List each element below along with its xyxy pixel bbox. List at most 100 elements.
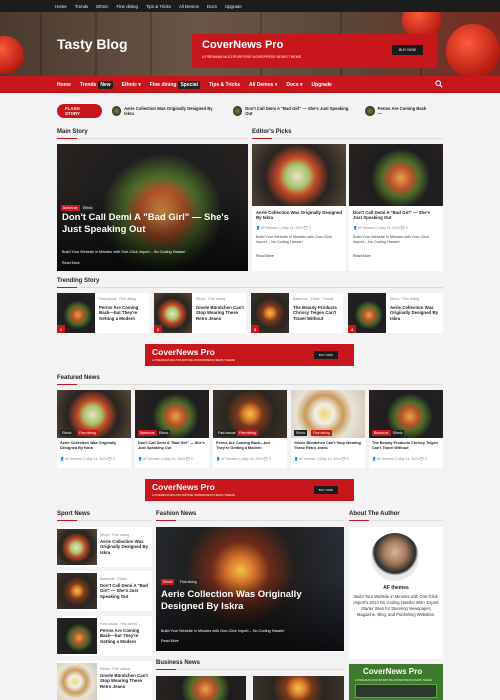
- trending-item[interactable]: 1 Fast casual · Fine dining Perms Are Co…: [57, 293, 149, 333]
- post-title[interactable]: Gisele Bündchen Can't Stop Wearing These…: [100, 673, 150, 689]
- category-tag[interactable]: Barbecue: [61, 205, 80, 211]
- ad-subtitle: A PREMIUM MULTIPURPOSE WORDPRESS NEWS TH…: [152, 493, 235, 497]
- category-tag[interactable]: Ethnic: [161, 579, 175, 585]
- business-thumbnail[interactable]: [253, 676, 344, 700]
- post-thumbnail: Ethnic Fine dining: [291, 390, 365, 438]
- flash-item[interactable]: Aerie Collection Was Originally Designed…: [111, 106, 217, 116]
- category-tag[interactable]: Fast casual: [216, 430, 238, 436]
- featured-card[interactable]: Ethnic Fine dining Aerie Collection Was …: [57, 390, 131, 468]
- category-tag[interactable]: Fine dining: [237, 430, 258, 436]
- topbar-link-tips[interactable]: Tips & Tricks: [146, 4, 171, 9]
- header-banner-ad[interactable]: CoverNews Pro A PREMIUM MULTIPURPOSE WOR…: [192, 34, 437, 68]
- post-meta: 👤 AF themes ◷ May 14, 2024 💬 0: [138, 457, 193, 461]
- post-title[interactable]: Aerie Collection Was Originally Designed…: [60, 441, 128, 451]
- read-more-link[interactable]: Read More: [353, 254, 371, 258]
- read-more-link[interactable]: Read More: [62, 261, 80, 265]
- category-tag[interactable]: Ethnic: [60, 430, 74, 436]
- nav-item-ethnic[interactable]: Ethnic ▾: [122, 82, 141, 88]
- topbar-link-upgrade[interactable]: Upgrade: [225, 4, 242, 9]
- category-tag[interactable]: Ethnic: [294, 430, 308, 436]
- rank-number: 4: [348, 325, 356, 333]
- category-tag[interactable]: Ethnic: [81, 205, 95, 211]
- post-title[interactable]: Don't Call Demi A "Bad Girl" — She's Jus…: [100, 583, 150, 599]
- post-excerpt: Build Your Website in Minutes with One-C…: [256, 235, 332, 244]
- post-title[interactable]: Perms Are Coming Back—but They're Gettin…: [99, 305, 147, 321]
- section-title: Business News: [156, 660, 344, 670]
- flash-item[interactable]: Perms Are Coming Back—: [365, 106, 427, 116]
- post-title[interactable]: Aerie Collection Was Originally Designed…: [256, 210, 342, 221]
- nav-item-home[interactable]: Home: [57, 82, 71, 88]
- avatar[interactable]: [371, 533, 419, 581]
- category-tag[interactable]: Barbecue: [372, 430, 391, 436]
- ad-title: CoverNews Pro: [152, 347, 215, 357]
- fashion-feature-title[interactable]: Aerie Collection Was Originally Designed…: [161, 589, 334, 612]
- topbar-link-home[interactable]: Home: [55, 4, 67, 9]
- post-title[interactable]: Aerie Collection Was Originally Designed…: [100, 539, 150, 555]
- sidebar-ad[interactable]: CoverNews Pro A PREMIUM MULTIPURPOSE WOR…: [349, 664, 443, 700]
- banner-ad[interactable]: CoverNews Pro A PREMIUM MULTIPURPOSE WOR…: [145, 479, 354, 501]
- buy-now-button[interactable]: BUY NOW: [313, 351, 338, 359]
- category-tag[interactable]: Ethnic: [391, 430, 405, 436]
- nav-item-tips[interactable]: Tips & Tricks: [209, 82, 240, 88]
- sport-news-section: Sport News: [57, 511, 152, 521]
- editor-pick-card[interactable]: Don't Call Demi A "Bad Girl" — She's Jus…: [349, 144, 443, 271]
- featured-card[interactable]: Barbecue Ethnic Don't Call Demi A "Bad G…: [135, 390, 209, 468]
- main-story-title[interactable]: Don't Call Demi A "Bad Girl" — She's Jus…: [62, 212, 240, 235]
- business-thumbnail[interactable]: [156, 676, 246, 700]
- buy-now-button[interactable]: BUY NOW: [313, 486, 338, 494]
- trending-item[interactable]: 3 Barbecue · Ethnic · Trends The Beauty …: [251, 293, 343, 333]
- nav-item-docs[interactable]: Docs ▾: [286, 82, 302, 88]
- post-title[interactable]: Gisele Bündchen Can't Stop Wearing These…: [294, 441, 362, 451]
- main-story-card[interactable]: Barbecue Ethnic Don't Call Demi A "Bad G…: [57, 144, 248, 271]
- topbar-link-docs[interactable]: Docs: [207, 4, 217, 9]
- post-categories: Ethnic · Fine dining: [390, 297, 420, 301]
- featured-card[interactable]: Fast casual Fine dining Perms Are Coming…: [213, 390, 287, 468]
- topbar-link-ethnic[interactable]: Ethnic: [96, 4, 108, 9]
- buy-now-button[interactable]: BUY NOW: [391, 45, 423, 55]
- nav-item-fine-dining[interactable]: Fine dining Special: [150, 80, 200, 89]
- featured-card[interactable]: Ethnic Fine dining Gisele Bündchen Can't…: [291, 390, 365, 468]
- post-categories: Barbecue · Ethnic: [100, 577, 127, 581]
- topbar-link-fine-dining[interactable]: Fine dining: [116, 4, 137, 9]
- editor-pick-card[interactable]: Aerie Collection Was Originally Designed…: [252, 144, 346, 271]
- sport-item[interactable]: Barbecue · Ethnic Don't Call Demi A "Bad…: [57, 571, 152, 611]
- post-thumbnail: Barbecue Ethnic: [369, 390, 443, 438]
- category-tag[interactable]: Fine dining: [311, 430, 332, 436]
- post-title[interactable]: Don't Call Demi A "Bad Girl" — She's Jus…: [353, 210, 439, 221]
- read-more-link[interactable]: Read More: [161, 639, 179, 643]
- category-tag[interactable]: Fine dining: [77, 430, 98, 436]
- post-title[interactable]: Aerie Collection Was Originally Designed…: [390, 305, 441, 321]
- trending-item[interactable]: 4 Ethnic · Fine dining Aerie Collection …: [348, 293, 443, 333]
- post-title[interactable]: The Beauty Products Chrissy Teigen Can't…: [293, 305, 341, 321]
- post-title[interactable]: The Beauty Products Chrissy Teigen Can't…: [372, 441, 440, 451]
- post-title[interactable]: Perms Are Coming Back—but They're Gettin…: [216, 441, 284, 451]
- sport-item[interactable]: Fast casual · Fine dining Perms Are Comi…: [57, 616, 152, 656]
- post-title[interactable]: Don't Call Demi A "Bad Girl" — She's Jus…: [138, 441, 206, 451]
- post-title[interactable]: Perms Are Coming Back—but They're Gettin…: [100, 628, 150, 644]
- nav-item-demos[interactable]: All Demos ▾: [249, 82, 277, 88]
- author-name[interactable]: AF themes: [349, 585, 443, 591]
- site-title[interactable]: Tasty Blog: [57, 36, 128, 52]
- topbar-link-demos[interactable]: All Demos: [179, 4, 199, 9]
- fashion-feature-card[interactable]: Ethnic Fine dining Aerie Collection Was …: [156, 527, 344, 651]
- featured-card[interactable]: Barbecue Ethnic The Beauty Products Chri…: [369, 390, 443, 468]
- read-more-link[interactable]: Read More: [256, 254, 274, 258]
- search-icon[interactable]: [435, 80, 443, 88]
- flash-thumbnail: [365, 106, 375, 116]
- nav-item-upgrade[interactable]: Upgrade: [312, 82, 332, 88]
- nav-item-trends[interactable]: Trends New: [80, 80, 113, 89]
- category-tag[interactable]: Barbecue: [138, 430, 157, 436]
- banner-ad[interactable]: CoverNews Pro A PREMIUM MULTIPURPOSE WOR…: [145, 344, 354, 366]
- sport-item[interactable]: Ethnic · Fast casual Gisele Bündchen Can…: [57, 661, 152, 700]
- new-badge: New: [98, 80, 113, 89]
- category-tag[interactable]: Fine dining: [178, 579, 199, 585]
- sport-item[interactable]: Ethnic · Fine dining Aerie Collection Wa…: [57, 527, 152, 567]
- site-header: Tasty Blog CoverNews Pro A PREMIUM MULTI…: [0, 12, 500, 76]
- category-tag[interactable]: Ethnic: [157, 430, 171, 436]
- section-title: Editor's Picks: [252, 129, 443, 139]
- flash-item[interactable]: Don't Call Demi A "Bad Girl" — She's Jus…: [232, 106, 349, 116]
- author-card: AF themes Build Your Website in Minutes …: [349, 527, 443, 659]
- post-title[interactable]: Gisele Bündchen Can't Stop Wearing These…: [196, 305, 244, 321]
- topbar-link-trends[interactable]: Trends: [75, 4, 89, 9]
- trending-item[interactable]: 2 Ethnic · Fine dining Gisele Bündchen C…: [154, 293, 246, 333]
